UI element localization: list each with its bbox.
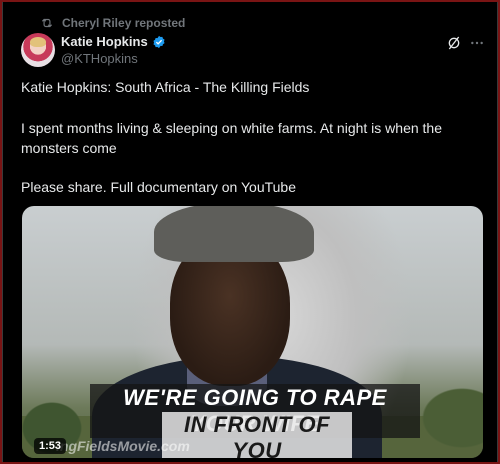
video-duration: 1:53 [34,438,67,454]
tweet-text-line1: Katie Hopkins: South Africa - The Killin… [21,79,310,95]
author-name[interactable]: Katie Hopkins [61,34,148,49]
tweet-card[interactable]: Cheryl Riley reposted Katie Hopkins @KTH… [2,2,498,462]
repost-indicator[interactable]: Cheryl Riley reposted [40,15,185,31]
more-icon[interactable] [469,35,485,51]
author-handle[interactable]: @KTHopkins [61,51,138,66]
repost-text: Cheryl Riley reposted [62,16,186,30]
tweet-text-line3: Please share. Full documentary on YouTub… [21,179,296,195]
tweet-text-line2: I spent months living & sleeping on whit… [21,120,443,156]
video-caption-line2: IN FRONT OF YOU [162,412,352,458]
avatar[interactable] [21,33,55,67]
video-watermark: ingFieldsMovie.com [56,438,190,454]
repost-icon [41,18,53,28]
video-player[interactable]: WE'RE GOING TO RAPE YOUR WIFE IN FRONT O… [22,206,483,458]
grok-icon[interactable] [446,35,462,51]
video-subject-hat [154,206,314,262]
verified-badge-icon [153,35,165,48]
